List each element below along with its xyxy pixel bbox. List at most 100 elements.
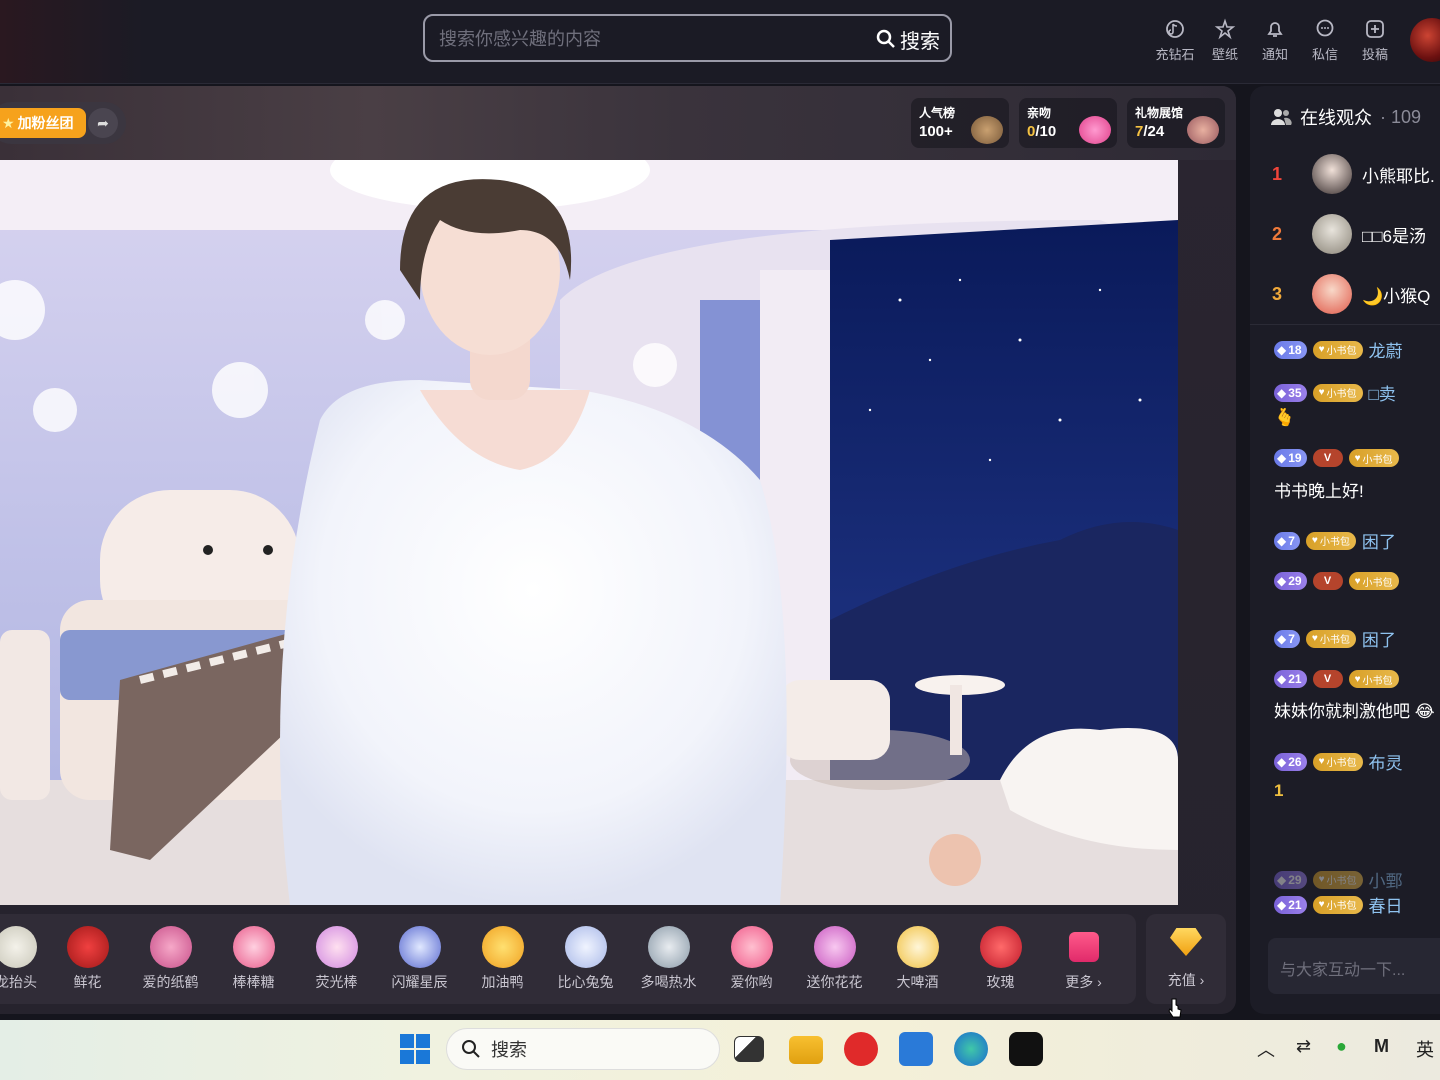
gift-item[interactable]: 玫瑰 bbox=[959, 926, 1042, 992]
gift-item[interactable]: 爱的纸鹤 bbox=[129, 926, 212, 992]
live-video[interactable] bbox=[0, 160, 1178, 905]
chat-message: ◆ 7 ♥ 小书包 困了 bbox=[1274, 626, 1396, 651]
gift-label: 爱你哟 bbox=[730, 974, 773, 990]
top-bar: 搜索 充钻石 壁纸 通知 私信 投稿 bbox=[0, 0, 1440, 84]
chat-message: ◆ 21 V ♥ 小书包 bbox=[1274, 670, 1399, 688]
fan-badge: ♥ 小书包 bbox=[1348, 670, 1399, 688]
edge-browser-icon[interactable] bbox=[954, 1032, 988, 1066]
chat-nickname[interactable]: 困了 bbox=[1362, 528, 1396, 553]
chat-text: 🫰 bbox=[1274, 408, 1296, 427]
chat-nickname[interactable]: 小鄄 bbox=[1369, 867, 1403, 892]
chat-input[interactable]: 与大家互动一下... bbox=[1268, 938, 1440, 994]
task-view-icon[interactable] bbox=[734, 1036, 764, 1062]
level-badge: ◆ 19 bbox=[1274, 449, 1307, 467]
chat-message: ◆ 26 ♥ 小书包 布灵 bbox=[1274, 749, 1403, 774]
kiss-card[interactable]: 亲吻 0/10 bbox=[1019, 98, 1117, 148]
search-box[interactable]: 搜索 bbox=[423, 14, 952, 62]
chat-nickname[interactable]: □卖 bbox=[1369, 380, 1396, 405]
top-nav: 充钻石 壁纸 通知 私信 投稿 bbox=[1150, 18, 1400, 63]
chat-nickname[interactable]: 龙蔚 bbox=[1369, 337, 1403, 362]
chat-nickname[interactable]: 春日 bbox=[1369, 892, 1403, 917]
chat-text: 1 bbox=[1274, 781, 1284, 800]
duck-icon bbox=[481, 926, 524, 968]
nav-wallpaper[interactable]: 壁纸 bbox=[1200, 18, 1250, 63]
vip-badge: V bbox=[1312, 449, 1343, 467]
chat-message: ◆ 19 V ♥ 小书包 bbox=[1274, 449, 1399, 467]
taskbar-search[interactable]: 搜索 bbox=[446, 1028, 720, 1070]
heart-icon bbox=[730, 926, 773, 968]
level-badge: ◆ 7 bbox=[1274, 629, 1300, 648]
gift-item[interactable]: 送你花花 bbox=[793, 926, 876, 992]
nav-recharge-diamond[interactable]: 充钻石 bbox=[1150, 18, 1200, 63]
level-badge: ◆ 29 bbox=[1274, 572, 1307, 590]
gift-bar: 龙抬头 鲜花 爱的纸鹤 棒棒糖 荧光棒 闪耀星辰 加油鸭 比心兔兔 多喝热水 爱… bbox=[0, 914, 1136, 1004]
viewer-name: 小熊耶比. bbox=[1362, 166, 1435, 186]
windows-start-icon[interactable] bbox=[398, 1032, 432, 1066]
taskbar-search-label: 搜索 bbox=[491, 1040, 527, 1060]
trophy-icon bbox=[971, 116, 1003, 144]
gift-label: 荧光棒 bbox=[315, 974, 358, 990]
ime-indicator[interactable]: 英 bbox=[1416, 1036, 1434, 1062]
gift-label: 爱的纸鹤 bbox=[142, 974, 199, 990]
avatar bbox=[1312, 274, 1352, 314]
fan-badge: ♥ 小书包 bbox=[1312, 340, 1363, 359]
gift-label: 大啤酒 bbox=[896, 974, 939, 990]
audience-count: · 109 bbox=[1380, 106, 1422, 127]
vip-badge: V bbox=[1312, 572, 1343, 590]
join-fan-club-button[interactable]: ★ 加粉丝团 bbox=[0, 108, 86, 138]
user-avatar[interactable] bbox=[1410, 18, 1440, 62]
fan-badge: ♥ 小书包 bbox=[1348, 572, 1399, 590]
nav-upload[interactable]: 投稿 bbox=[1350, 18, 1400, 63]
search-button[interactable]: 搜索 bbox=[876, 25, 940, 53]
search-input[interactable] bbox=[439, 26, 859, 52]
level-badge: ◆ 21 bbox=[1274, 895, 1307, 914]
gift-gallery-card[interactable]: 礼物展馆 7/24 bbox=[1127, 98, 1225, 148]
file-explorer-icon[interactable] bbox=[789, 1036, 823, 1064]
nav-notification[interactable]: 通知 bbox=[1250, 18, 1300, 63]
gift-item[interactable]: 荧光棒 bbox=[295, 926, 378, 992]
wechat-icon[interactable]: ● bbox=[1336, 1036, 1347, 1057]
gift-item[interactable]: 鲜花 bbox=[46, 926, 129, 992]
divider bbox=[1250, 324, 1440, 325]
gift-label: 棒棒糖 bbox=[232, 974, 275, 990]
gift-label: 玫瑰 bbox=[986, 974, 1015, 990]
calculator-icon[interactable] bbox=[899, 1032, 933, 1066]
tray-app-icon[interactable]: M bbox=[1374, 1036, 1389, 1057]
tray-settings-icon[interactable]: ⇄ bbox=[1296, 1036, 1311, 1057]
viewer-row[interactable]: 3 🌙小猴Q bbox=[1250, 266, 1440, 322]
tray-overflow-icon[interactable]: ︿ bbox=[1257, 1036, 1275, 1062]
upload-icon bbox=[1366, 20, 1384, 38]
share-button[interactable]: ➦ bbox=[88, 108, 118, 138]
nav-label: 投稿 bbox=[1361, 47, 1388, 62]
nav-messages[interactable]: 私信 bbox=[1300, 18, 1350, 63]
chat-nickname[interactable]: 布灵 bbox=[1369, 749, 1403, 774]
fan-button-label: 加粉丝团 bbox=[17, 115, 74, 131]
gift-gallery-icon bbox=[1187, 116, 1219, 144]
gift-item[interactable]: 棒棒糖 bbox=[212, 926, 295, 992]
audience-title: 在线观众 bbox=[1300, 108, 1372, 128]
gift-item[interactable]: 爱你哟 bbox=[710, 926, 793, 992]
search-button-label: 搜索 bbox=[900, 30, 940, 53]
gift-item[interactable]: 龙抬头 bbox=[0, 926, 46, 992]
diamond-icon bbox=[1170, 928, 1202, 956]
gift-item[interactable]: 多喝热水 bbox=[627, 926, 710, 992]
netease-music-icon[interactable] bbox=[844, 1032, 878, 1066]
gift-item[interactable]: 比心兔兔 bbox=[544, 926, 627, 992]
viewer-row[interactable]: 1 小熊耶比. bbox=[1250, 146, 1440, 202]
stage-header: ★ 加粉丝团 ➦ 人气榜 100+ 亲吻 0/10 礼物展馆 7/24 bbox=[0, 86, 1236, 160]
douyin-icon[interactable] bbox=[1009, 1032, 1043, 1066]
popularity-rank-card[interactable]: 人气榜 100+ bbox=[911, 98, 1009, 148]
message-icon bbox=[1316, 19, 1334, 37]
gift-item[interactable]: 闪耀星辰 bbox=[378, 926, 461, 992]
chat-message: ◆ 18 ♥ 小书包 龙蔚 bbox=[1274, 337, 1403, 362]
viewer-rank: 2 bbox=[1272, 223, 1283, 244]
chat-text: 书书晚上好! bbox=[1274, 482, 1364, 501]
chat-nickname[interactable]: 困了 bbox=[1362, 626, 1396, 651]
more-gifts-button[interactable]: 更多 › bbox=[1042, 926, 1125, 992]
gift-item[interactable]: 加油鸭 bbox=[461, 926, 544, 992]
recharge-button[interactable]: 充值 › bbox=[1146, 914, 1226, 1004]
flower-icon bbox=[66, 926, 109, 968]
viewer-row[interactable]: 2 □□6是汤 bbox=[1250, 206, 1440, 262]
fan-badge: ♥ 小书包 bbox=[1312, 870, 1363, 889]
gift-item[interactable]: 大啤酒 bbox=[876, 926, 959, 992]
